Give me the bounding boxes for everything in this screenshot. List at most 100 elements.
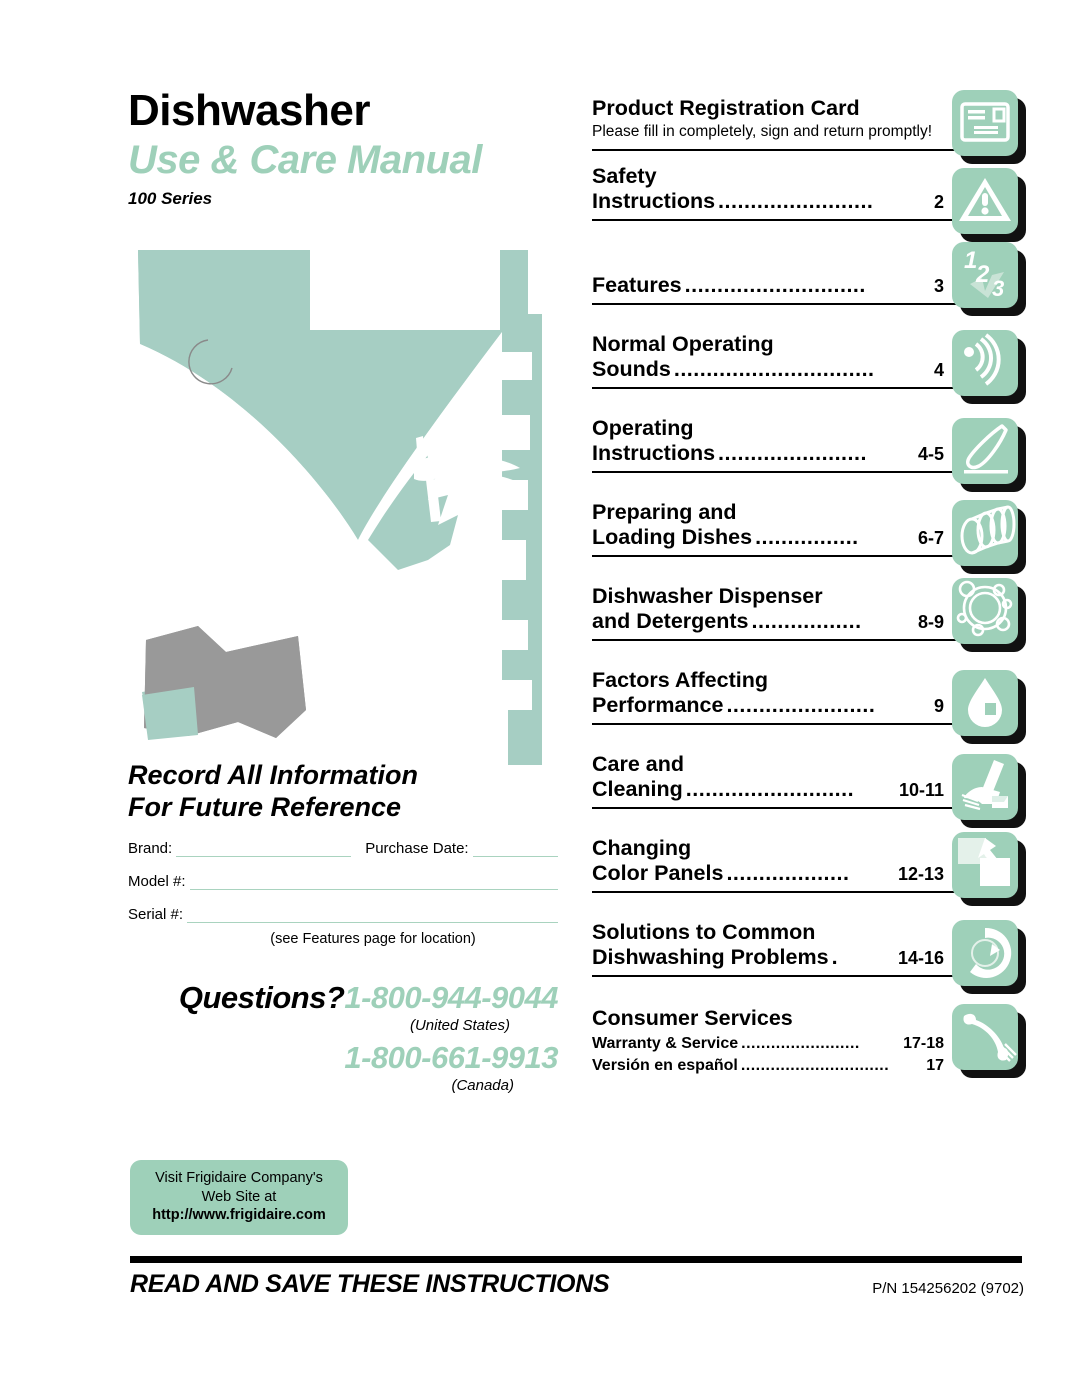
toc-entry-consumer-services[interactable]: Consumer Services Warranty & Service ...… (592, 1004, 1026, 1086)
toc-title-2: Loading Dishes (592, 524, 753, 549)
warning-triangle-icon (952, 168, 1026, 242)
toc-title-2: Dishwashing Problems (592, 944, 829, 969)
record-information-section: Record All Information For Future Refere… (128, 760, 558, 947)
color-panels-icon (952, 832, 1026, 906)
toc-title: Preparing and (592, 500, 737, 524)
toc-title: Normal Operating (592, 332, 774, 356)
model-row: Model #: (128, 873, 558, 890)
subentry-label: Versión en español (592, 1056, 738, 1074)
toc-title: Consumer Services (592, 1006, 793, 1030)
model-label: Model #: (128, 872, 186, 890)
toc-page: 8-9 (917, 611, 944, 632)
toc-entry-loading[interactable]: Preparing and Loading Dishes ...........… (592, 500, 1026, 578)
toc-leader: ............................... (673, 356, 875, 381)
website-line2: Web Site at (201, 1188, 277, 1205)
hand-sponge-icon (952, 754, 1026, 828)
serial-row: Serial #: (128, 906, 558, 923)
page-subtitle: Use & Care Manual (128, 138, 482, 183)
toc-entry-registration[interactable]: Product Registration Card Please fill in… (592, 90, 1026, 164)
toc-title: Dishwasher Dispenser (592, 584, 823, 608)
sound-waves-icon (952, 330, 1026, 404)
toc-title: Factors Affecting (592, 668, 768, 692)
region-canada-label: (Canada) (451, 1077, 514, 1094)
model-input[interactable] (189, 873, 558, 890)
purchase-date-input[interactable] (472, 840, 558, 857)
troubleshooting-circle-icon (952, 920, 1026, 994)
toc-title: Safety (592, 164, 657, 188)
title-block: Dishwasher Use & Care Manual 100 Series (128, 86, 568, 209)
phone-us[interactable]: 1-800-944-9044 (344, 980, 558, 1015)
toc-leader: ....................... (718, 440, 867, 465)
subentry-label: Warranty & Service (592, 1034, 739, 1052)
toc-entry-performance[interactable]: Factors Affecting Performance ..........… (592, 668, 1026, 746)
toc-title-2: Instructions (592, 188, 716, 213)
toc-entry-color-panels[interactable]: Changing Color Panels ..................… (592, 832, 1026, 914)
phone-canada[interactable]: 1-800-661-9913 (128, 1040, 558, 1076)
table-of-contents: Product Registration Card Please fill in… (592, 90, 1026, 1086)
serial-location-note: (see Features page for location) (270, 930, 476, 947)
toc-page: 6-7 (917, 527, 944, 548)
toc-title: Product Registration Card (592, 96, 860, 120)
toc-leader: ................... (726, 860, 850, 885)
toc-subentry-warranty[interactable]: Warranty & Service .....................… (592, 1035, 944, 1053)
page-title: Dishwasher (128, 86, 370, 135)
toc-leader: ........................ (718, 188, 874, 213)
brand-label: Brand: (128, 839, 173, 857)
questions-section: Questions?1-800-944-9044 (United States)… (128, 980, 559, 1094)
toc-title: Care and (592, 752, 685, 776)
spoon-icon (952, 418, 1026, 492)
toc-entry-solutions[interactable]: Solutions to Common Dishwashing Problems… (592, 920, 1026, 998)
toc-leader: ................. (751, 608, 862, 633)
toc-subentry-spanish[interactable]: Versión en español .....................… (592, 1057, 944, 1075)
toc-entry-sounds[interactable]: Normal Operating Sounds ................… (592, 330, 1026, 410)
purchase-date-label: Purchase Date: (365, 839, 469, 857)
phone-handset-icon (952, 1004, 1026, 1078)
serial-input[interactable] (187, 906, 558, 923)
toc-page: 12-13 (897, 863, 944, 884)
toc-entry-operating[interactable]: Operating Instructions .................… (592, 416, 1026, 494)
numbers-123-icon: 1 2 3 (952, 242, 1026, 316)
toc-title: Operating (592, 416, 694, 440)
toc-title: Changing (592, 836, 692, 860)
toc-page: 4 (933, 359, 944, 380)
toc-entry-features[interactable]: Features ............................ 3 … (592, 242, 1026, 326)
region-us-label: (United States) (409, 1017, 510, 1034)
website-box[interactable]: Visit Frigidaire Company's Web Site at h… (130, 1160, 348, 1235)
brand-row: Brand: Purchase Date: (128, 840, 558, 857)
footer-part-number: P/N 154256202 (9702) (872, 1280, 1024, 1297)
toc-page: 10-11 (898, 779, 944, 800)
toc-page: 4-5 (917, 443, 944, 464)
toc-title-2: and Detergents (592, 608, 749, 633)
toc-leader: ................ (755, 524, 859, 549)
toc-title-2: Features (592, 273, 682, 297)
toc-title-2: Performance (592, 692, 724, 717)
toc-page: 3 (933, 276, 944, 296)
toc-leader: ....................... (726, 692, 876, 717)
toc-note: Please fill in completely, sign and retu… (592, 122, 933, 140)
toc-page: 2 (933, 191, 944, 212)
serial-label: Serial #: (128, 905, 184, 923)
toc-entry-safety[interactable]: Safety Instructions ....................… (592, 164, 1026, 242)
toc-entry-dispenser[interactable]: Dishwasher Dispenser and Detergents ....… (592, 578, 1026, 662)
water-drop-icon (952, 670, 1026, 744)
toc-leader: .......................... (685, 776, 855, 801)
stacked-plates-icon (952, 500, 1026, 574)
detergent-bubbles-icon (952, 578, 1026, 652)
questions-us-line: Questions?1-800-944-9044 (128, 980, 559, 1016)
record-heading: Record All Information For Future Refere… (128, 760, 419, 822)
website-url[interactable]: http://www.frigidaire.com (138, 1206, 340, 1225)
website-line1: Visit Frigidaire Company's (155, 1170, 323, 1186)
toc-title-2: Cleaning (592, 776, 683, 801)
questions-label: Questions? (178, 980, 345, 1015)
toc-title-2: Sounds (592, 356, 671, 381)
toc-page: 14-16 (897, 947, 944, 968)
dishwasher-loading-illustration (128, 240, 568, 765)
brand-input[interactable] (176, 840, 352, 857)
toc-title-2: Color Panels (592, 860, 724, 885)
manual-cover-page: Dishwasher Use & Care Manual 100 Series (0, 0, 1080, 1397)
toc-title: Solutions to Common (592, 920, 816, 944)
record-fields: Brand: Purchase Date: Model #: Serial #:… (128, 840, 558, 947)
toc-page: 17-18 (903, 1034, 944, 1052)
toc-entry-care[interactable]: Care and Cleaning ......................… (592, 752, 1026, 830)
